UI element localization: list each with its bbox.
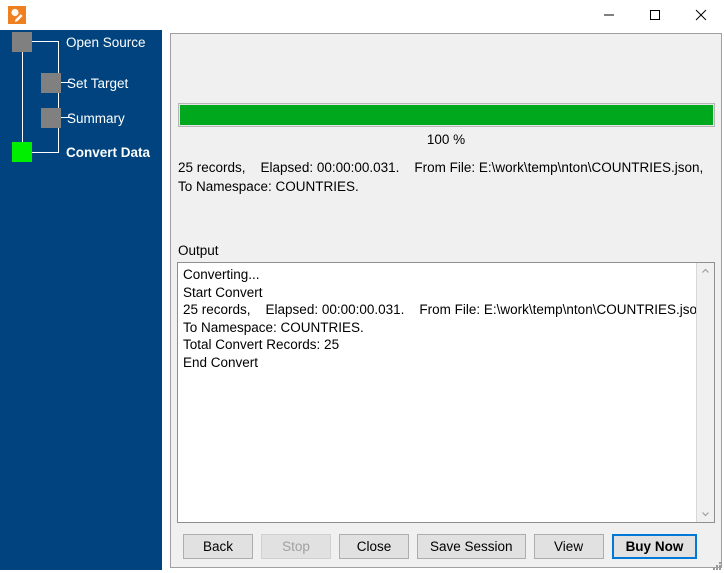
title-bar — [0, 0, 724, 30]
connector-v-branch — [58, 41, 59, 153]
maximize-icon[interactable] — [632, 0, 678, 30]
stop-button: Stop — [261, 533, 331, 559]
output-log-text: Converting... Start Convert 25 records, … — [183, 267, 696, 370]
progress-percent-label: 100 % — [426, 132, 466, 147]
output-log-box[interactable]: Converting... Start Convert 25 records, … — [177, 262, 715, 523]
button-bar: Back Stop Close Save Session View Buy No… — [171, 524, 721, 567]
progress-bar-container — [178, 103, 715, 127]
resize-grip[interactable] — [710, 559, 722, 571]
step-marker-active-icon — [12, 142, 32, 162]
output-scrollbar[interactable] — [696, 263, 714, 522]
view-button[interactable]: View — [533, 533, 604, 559]
sidebar-item-label: Convert Data — [66, 144, 151, 160]
minimize-icon[interactable] — [586, 0, 632, 30]
sidebar-item-open-source[interactable]: Open Source — [12, 32, 146, 52]
sidebar-item-label: Open Source — [66, 34, 146, 50]
close-icon[interactable] — [678, 0, 724, 30]
window-controls — [586, 0, 724, 30]
status-summary-text: 25 records, Elapsed: 00:00:00.031. From … — [178, 160, 718, 194]
close-button[interactable]: Close — [339, 533, 409, 559]
progress-bar-fill — [180, 105, 713, 125]
connector-vertical-main — [22, 52, 23, 152]
buy-now-button[interactable]: Buy Now — [611, 533, 698, 559]
scroll-up-icon[interactable] — [697, 263, 714, 280]
sidebar-item-label: Summary — [67, 110, 125, 126]
step-marker-icon — [41, 73, 61, 93]
sidebar-item-convert-data[interactable]: Convert Data — [12, 142, 150, 162]
save-session-button[interactable]: Save Session — [417, 533, 526, 559]
wizard-steps: Open Source Set Target Summary Convert D… — [0, 30, 162, 162]
step-marker-icon — [41, 108, 61, 128]
application-window: Open Source Set Target Summary Convert D… — [0, 0, 724, 573]
output-section-label: Output — [178, 243, 219, 258]
sidebar: Open Source Set Target Summary Convert D… — [0, 30, 162, 570]
content-panel: 100 % 25 records, Elapsed: 00:00:00.031.… — [170, 33, 722, 568]
sidebar-item-summary[interactable]: Summary — [31, 108, 125, 128]
scroll-down-icon[interactable] — [697, 505, 714, 522]
step-marker-icon — [12, 32, 32, 52]
app-edit-icon — [8, 6, 26, 24]
sidebar-item-set-target[interactable]: Set Target — [31, 73, 128, 93]
back-button[interactable]: Back — [183, 533, 253, 559]
sidebar-item-label: Set Target — [67, 75, 129, 91]
